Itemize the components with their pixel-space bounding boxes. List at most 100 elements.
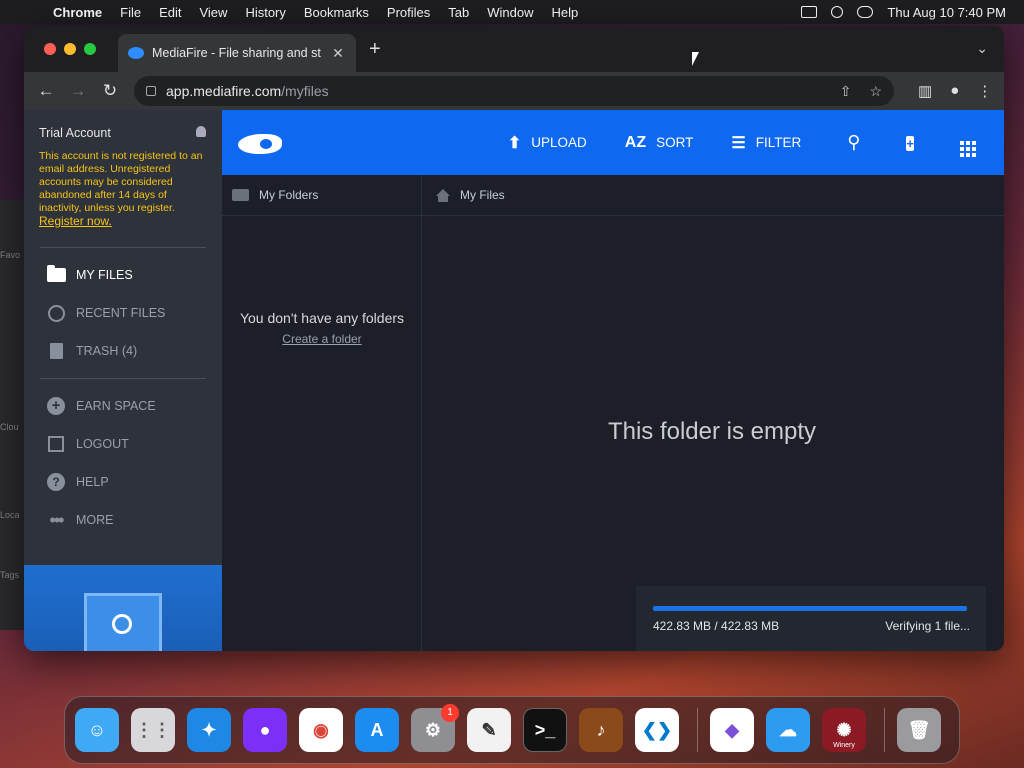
chrome-menu-icon[interactable]: ⋮: [977, 82, 992, 100]
clock-icon: [47, 304, 65, 322]
upload-label: UPLOAD: [531, 135, 587, 150]
menu-bookmarks[interactable]: Bookmarks: [295, 5, 378, 20]
zoom-window-button[interactable]: [84, 43, 96, 55]
close-window-button[interactable]: [44, 43, 56, 55]
dock-vscode-icon[interactable]: ❮❯: [635, 708, 679, 752]
dock-app-store-icon[interactable]: A: [355, 708, 399, 752]
sidebar-item-earn-space[interactable]: + EARN SPACE: [24, 387, 222, 425]
sort-label: SORT: [656, 135, 694, 150]
menu-tab[interactable]: Tab: [439, 5, 478, 20]
file-browser: ⬆ UPLOAD AZ SORT ☰ FILTER ⚲ + My Folders…: [222, 110, 1004, 651]
dock-visual-studio-icon[interactable]: ◆: [710, 708, 754, 752]
control-center-icon[interactable]: [857, 6, 874, 18]
upload-status-text: Verifying 1 file...: [885, 619, 970, 633]
filter-button[interactable]: ☰ FILTER: [731, 133, 801, 153]
close-tab-icon[interactable]: ✕: [330, 45, 346, 62]
breadcrumb-my-files[interactable]: My Files: [422, 175, 1004, 215]
more-icon: •••: [49, 509, 65, 530]
tab-strip: MediaFire - File sharing and st ✕ + ⌄: [24, 26, 1004, 72]
dock-garageband-icon[interactable]: ♪: [579, 708, 623, 752]
tab-search-chevron-icon[interactable]: ⌄: [976, 40, 988, 57]
sidebar-item-trash[interactable]: TRASH (4): [24, 332, 222, 370]
dock-safari-icon[interactable]: ✦: [187, 708, 231, 752]
dock-textedit-icon[interactable]: ✎: [467, 708, 511, 752]
sidebar-nav: MY FILES RECENT FILES TRASH (4): [24, 248, 222, 378]
create-folder-link[interactable]: Create a folder: [222, 332, 422, 346]
grid-view-button[interactable]: [960, 129, 976, 157]
lock-icon[interactable]: [146, 86, 156, 96]
dock-system-settings-icon[interactable]: ⚙ 1: [411, 704, 459, 752]
menu-app-name[interactable]: Chrome: [44, 5, 111, 20]
empty-folder-message: This folder is empty: [607, 418, 817, 445]
sort-button[interactable]: AZ SORT: [625, 134, 694, 152]
browser-toolbar: ← → ↻ app.mediafire.com/myfiles ⇧ ☆ ▥ ● …: [24, 72, 1004, 110]
new-tab-button[interactable]: +: [369, 38, 381, 61]
dock-separator: [697, 708, 698, 752]
sidebar: Trial Account This account is not regist…: [24, 110, 222, 651]
notifications-bell-icon[interactable]: [196, 126, 206, 137]
macos-dock: ☺ ⋮⋮ ✦ ● ◉ A ⚙ 1 ✎ >_ ♪ ❮❯ ◆ ☁ ✺ Winery 🗑: [64, 696, 960, 764]
chrome-window: MediaFire - File sharing and st ✕ + ⌄ ← …: [24, 26, 1004, 651]
menu-help[interactable]: Help: [543, 5, 588, 20]
screen-mirroring-icon[interactable]: [801, 6, 818, 18]
home-icon: [436, 188, 450, 202]
help-icon: ?: [47, 473, 65, 491]
side-panel-icon[interactable]: ▥: [918, 82, 932, 100]
forward-button[interactable]: →: [62, 81, 94, 101]
url-host: app.mediafire.com: [166, 83, 282, 99]
menu-history[interactable]: History: [236, 5, 294, 20]
no-folders-message: You don't have any folders Create a fold…: [222, 310, 422, 346]
no-folders-text: You don't have any folders: [239, 310, 405, 326]
dock-winery-icon[interactable]: ✺ Winery: [822, 708, 866, 752]
menubar-clock[interactable]: Thu Aug 10 7:40 PM: [887, 5, 1006, 20]
menu-edit[interactable]: Edit: [150, 5, 190, 20]
bookmark-star-icon[interactable]: ☆: [869, 83, 882, 100]
sidebar-secondary-nav: + EARN SPACE LOGOUT ? HELP ••• MORE: [24, 379, 222, 547]
finder-sidebar-label: Tags: [0, 570, 20, 580]
new-folder-button[interactable]: +: [906, 132, 914, 153]
window-controls: [44, 43, 96, 55]
dock-launchpad-icon[interactable]: ⋮⋮: [131, 708, 175, 752]
browser-tab-mediafire[interactable]: MediaFire - File sharing and st ✕: [118, 34, 356, 72]
promo-banner[interactable]: [24, 565, 222, 651]
mouse-cursor-icon: [692, 52, 699, 66]
menu-view[interactable]: View: [190, 5, 236, 20]
finder-sidebar-label: Favo: [0, 250, 21, 260]
sidebar-item-recent-files[interactable]: RECENT FILES: [24, 294, 222, 332]
back-button[interactable]: ←: [30, 81, 62, 101]
menu-profiles[interactable]: Profiles: [378, 5, 439, 20]
folders-pane: [222, 216, 422, 651]
dock-chrome-icon[interactable]: ◉: [299, 708, 343, 752]
dock-trash-icon[interactable]: 🗑: [897, 708, 941, 752]
share-icon[interactable]: ⇧: [840, 83, 852, 100]
spotlight-search-icon[interactable]: [831, 6, 844, 18]
dock-firefox-icon[interactable]: ●: [243, 708, 287, 752]
macos-menubar: Chrome File Edit View History Bookmarks …: [0, 0, 1024, 24]
reload-button[interactable]: ↻: [94, 81, 126, 101]
menu-file[interactable]: File: [111, 5, 150, 20]
mediafire-logo-icon[interactable]: [238, 130, 284, 156]
dock-terminal-icon[interactable]: >_: [523, 708, 567, 752]
sidebar-item-more[interactable]: ••• MORE: [24, 501, 222, 539]
minimize-window-button[interactable]: [64, 43, 76, 55]
search-icon[interactable]: ⚲: [847, 132, 860, 153]
upload-button[interactable]: ⬆ UPLOAD: [508, 133, 587, 153]
filter-label: FILTER: [755, 135, 802, 150]
dock-finder-icon[interactable]: ☺: [75, 708, 119, 752]
dock-weather-icon[interactable]: ☁: [766, 708, 810, 752]
mediafire-header: ⬆ UPLOAD AZ SORT ☰ FILTER ⚲ +: [222, 110, 1004, 175]
sidebar-item-my-files[interactable]: MY FILES: [24, 256, 222, 294]
breadcrumb-label: My Folders: [259, 188, 319, 202]
logout-icon: [48, 436, 64, 452]
breadcrumb-my-folders[interactable]: My Folders: [222, 175, 422, 215]
sidebar-item-logout[interactable]: LOGOUT: [24, 425, 222, 463]
account-warning-text: This account is not registered to an ema…: [39, 150, 203, 214]
sidebar-item-help[interactable]: ? HELP: [24, 463, 222, 501]
mediafire-favicon-icon: [128, 47, 144, 59]
menu-window[interactable]: Window: [478, 5, 542, 20]
profile-avatar-icon[interactable]: ●: [950, 82, 959, 100]
address-bar[interactable]: app.mediafire.com/myfiles ⇧ ☆: [134, 76, 894, 106]
url-path: /myfiles: [281, 83, 329, 99]
upload-size: 422.83 MB / 422.83 MB: [653, 619, 780, 633]
register-now-link[interactable]: Register now.: [39, 214, 112, 228]
